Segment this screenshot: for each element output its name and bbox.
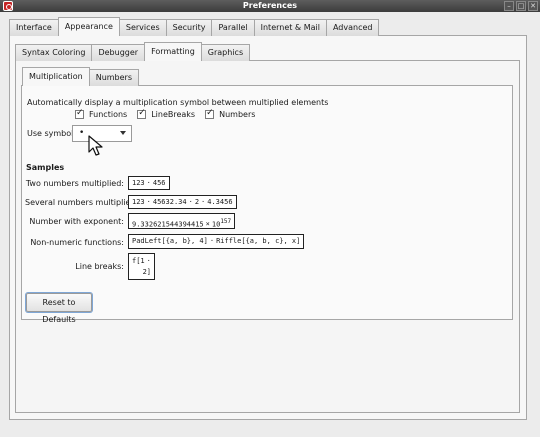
tab-formatting[interactable]: Formatting	[144, 42, 202, 61]
sample-value: 123	[132, 179, 145, 187]
line-breaks-label: Line breaks:	[75, 262, 124, 271]
checkbox-row: Functions LineBreaks Numbers	[75, 108, 265, 119]
tab-security[interactable]: Security	[165, 19, 213, 36]
tab-syntax-coloring[interactable]: Syntax Coloring	[15, 44, 93, 61]
tab-graphics[interactable]: Graphics	[200, 44, 251, 61]
tab-appearance[interactable]: Appearance	[57, 17, 120, 36]
tab-debugger[interactable]: Debugger	[91, 44, 146, 61]
numbers-label: Numbers	[219, 110, 256, 119]
samples-heading: Samples	[26, 163, 65, 172]
sample-value: 123	[132, 198, 145, 206]
use-symbol-label: Use symbol:	[27, 129, 77, 138]
tab-services[interactable]: Services	[118, 19, 167, 36]
several-numbers-sample: 123 · 45632.34 · 2 · 4.3456	[128, 195, 237, 209]
non-numeric-sample: PadLeft[{a, b}, 4] · Riffle[{a, b, c}, x]	[128, 234, 305, 249]
symbol-select-value: •	[79, 128, 85, 138]
sample-value: 456	[152, 179, 166, 187]
multiplication-dot: ·	[201, 198, 206, 206]
reset-to-defaults-button[interactable]: Reset to Defaults	[26, 293, 92, 324]
two-numbers-label: Two numbers multiplied:	[25, 179, 124, 188]
sample-value: f[1	[132, 257, 145, 265]
maximize-button[interactable]: □	[516, 1, 526, 11]
number-exponent-label: Number with exponent:	[29, 217, 124, 226]
close-button[interactable]: ✕	[528, 1, 538, 11]
multiplication-dot: ·	[209, 237, 215, 245]
sample-value: 9.332621544394415	[132, 220, 204, 229]
sample-value: 2	[194, 198, 200, 206]
tab-parallel[interactable]: Parallel	[211, 19, 255, 36]
tab-internet-mail[interactable]: Internet & Mail	[253, 19, 327, 36]
numbers-checkbox[interactable]	[205, 108, 215, 119]
sample-value: 4.3456	[207, 198, 233, 206]
several-numbers-label: Several numbers multiplied:	[25, 198, 139, 207]
tab-advanced[interactable]: Advanced	[325, 19, 380, 36]
number-exponent-sample: 9.332621544394415 × 10157	[128, 213, 236, 229]
two-numbers-sample: 123 · 456	[128, 176, 170, 190]
mouse-pointer-icon	[88, 135, 103, 156]
title-bar: Preferences – □ ✕	[0, 0, 540, 12]
multiplication-dot: ·	[188, 198, 193, 206]
minimize-button[interactable]: –	[504, 1, 514, 11]
non-numeric-label: Non-numeric functions:	[30, 238, 124, 247]
functions-label: Functions	[89, 110, 128, 119]
exponent: 157	[220, 218, 232, 225]
sample-value: PadLeft[{a, b}, 4]	[132, 237, 208, 245]
sample-value: 2]	[142, 268, 151, 276]
tab-multiplication[interactable]: Multiplication	[22, 67, 90, 86]
multiplication-description: Automatically display a multiplication s…	[27, 98, 329, 107]
tab-interface[interactable]: Interface	[9, 19, 59, 36]
linebreaks-label: LineBreaks	[151, 110, 196, 119]
formatting-tab-bar: Multiplication Numbers	[22, 67, 140, 86]
multiplication-dot: ·	[146, 198, 151, 206]
times-symbol: ×	[205, 220, 210, 229]
functions-checkbox[interactable]	[75, 108, 84, 119]
sample-value: 45632.34	[152, 198, 187, 206]
window-title: Preferences	[242, 1, 298, 10]
line-breaks-sample: f[1 · 2]	[128, 253, 155, 280]
top-tab-bar: Interface Appearance Services Security P…	[9, 17, 380, 36]
multiplication-dot: ·	[146, 257, 151, 265]
sample-value: Riffle[{a, b, c}, x]	[216, 237, 301, 245]
tab-numbers[interactable]: Numbers	[88, 69, 140, 86]
multiplication-dot: ·	[146, 179, 151, 187]
dropdown-arrow-icon	[120, 131, 126, 135]
linebreaks-checkbox[interactable]	[137, 108, 147, 119]
appearance-tab-bar: Syntax Coloring Debugger Formatting Grap…	[15, 42, 251, 61]
